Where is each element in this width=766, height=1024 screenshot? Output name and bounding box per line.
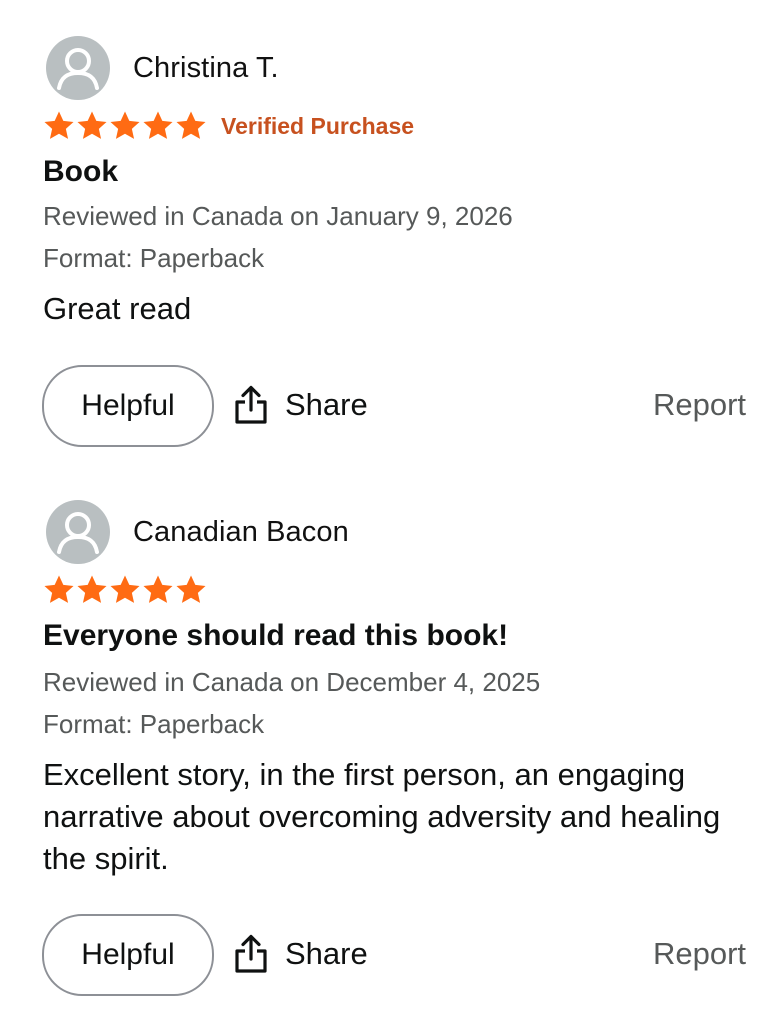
helpful-button[interactable]: Helpful: [42, 365, 214, 447]
reviewer-name: Canadian Bacon: [133, 515, 349, 548]
share-icon: [235, 385, 267, 424]
star-icon: [176, 111, 206, 139]
rating-row: Verified Purchase: [42, 108, 414, 144]
reviewer-profile[interactable]: Christina T.: [46, 36, 279, 100]
share-button[interactable]: Share: [234, 383, 368, 427]
review-actions: Helpful Share Report: [42, 365, 746, 447]
report-link[interactable]: Report: [653, 387, 746, 423]
user-silhouette-icon: [57, 48, 99, 90]
star-icon: [110, 111, 140, 139]
star-rating: [42, 109, 207, 143]
review-actions: Helpful Share Report: [42, 914, 746, 996]
review-title[interactable]: Book: [43, 155, 118, 189]
share-label: Share: [285, 936, 368, 971]
share-button[interactable]: Share: [234, 932, 368, 976]
star-icon: [110, 575, 140, 603]
star-rating: [42, 573, 207, 607]
star-icon: [176, 575, 206, 603]
report-link[interactable]: Report: [653, 936, 746, 972]
helpful-button[interactable]: Helpful: [42, 914, 214, 996]
avatar: [46, 36, 110, 100]
review-format: Format: Paperback: [43, 243, 265, 273]
rating-row: [42, 572, 207, 608]
review-title[interactable]: Everyone should read this book!: [43, 619, 508, 653]
verified-purchase-badge: Verified Purchase: [221, 112, 415, 139]
star-icon: [77, 111, 107, 139]
user-silhouette-icon: [57, 512, 99, 554]
review-format: Format: Paperback: [43, 709, 265, 739]
review-body: Excellent story, in the first person, an…: [43, 757, 721, 876]
reviewer-name: Christina T.: [133, 51, 279, 84]
share-icon: [235, 934, 267, 973]
star-icon: [44, 575, 74, 603]
review-body: Great read: [43, 291, 192, 326]
avatar: [46, 500, 110, 564]
star-icon: [143, 111, 173, 139]
review-date: Reviewed in Canada on January 9, 2026: [43, 201, 513, 231]
share-label: Share: [285, 387, 368, 422]
reviewer-profile[interactable]: Canadian Bacon: [46, 500, 349, 564]
review-date: Reviewed in Canada on December 4, 2025: [43, 667, 541, 697]
star-icon: [77, 575, 107, 603]
star-icon: [44, 111, 74, 139]
star-icon: [143, 575, 173, 603]
